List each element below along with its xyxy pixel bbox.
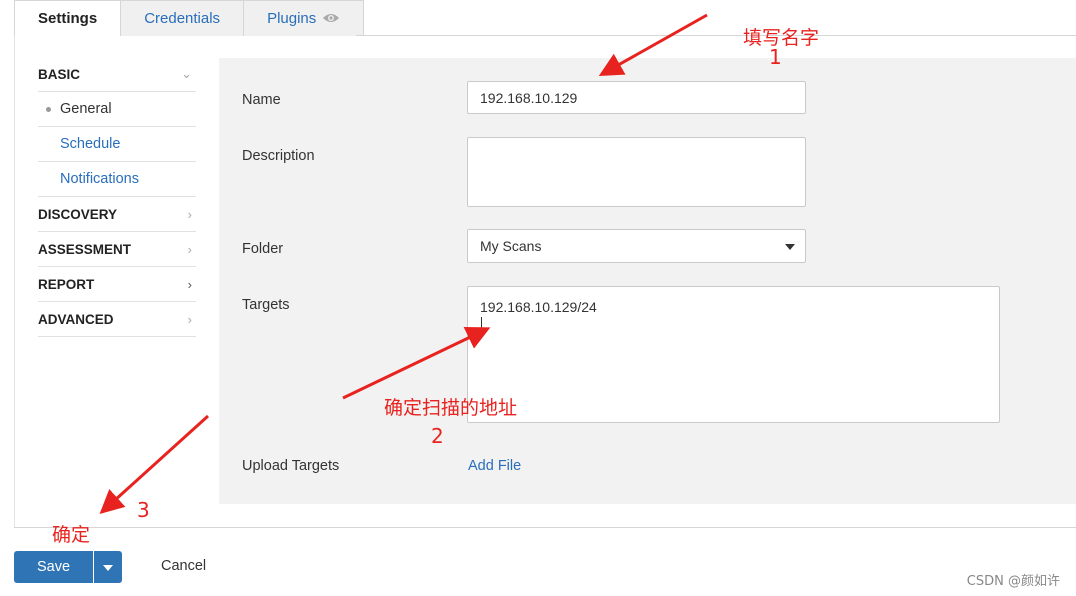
watermark: CSDN @颜如许 bbox=[966, 574, 1060, 589]
annotation-2-number: 2 bbox=[431, 424, 444, 448]
annotation-3-text: 确定 bbox=[52, 524, 91, 546]
annotation-2-text: 确定扫描的地址 bbox=[384, 397, 518, 419]
annotation-arrow-3 bbox=[99, 414, 210, 515]
annotation-arrow-2 bbox=[342, 326, 491, 400]
annotation-3-number: 3 bbox=[137, 498, 150, 522]
annotation-1-number: 1 bbox=[769, 45, 782, 69]
annotation-arrow-1 bbox=[598, 13, 708, 76]
annotation-arrows bbox=[99, 13, 708, 515]
